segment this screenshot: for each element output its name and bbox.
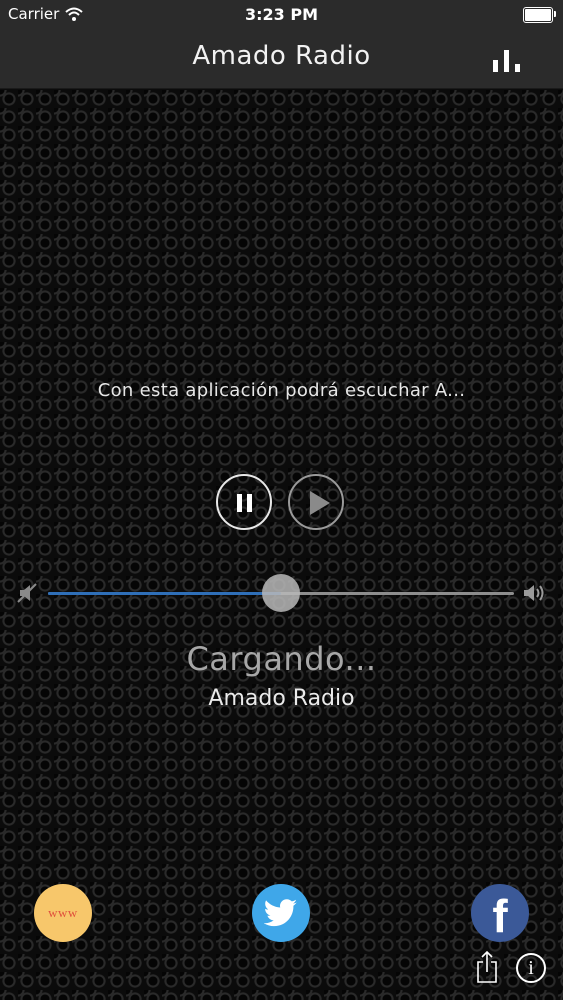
equalizer-icon[interactable] bbox=[493, 48, 523, 72]
station-name: Amado Radio bbox=[208, 686, 355, 711]
info-icon[interactable]: i bbox=[516, 953, 546, 983]
www-label: www bbox=[48, 905, 78, 920]
share-icon[interactable] bbox=[476, 950, 498, 984]
facebook-button[interactable]: f bbox=[471, 884, 529, 942]
play-button[interactable] bbox=[288, 474, 344, 530]
volume-slider-thumb[interactable] bbox=[262, 574, 300, 612]
twitter-button[interactable] bbox=[252, 884, 310, 942]
mute-icon[interactable] bbox=[16, 582, 38, 604]
pause-button[interactable] bbox=[216, 474, 272, 530]
status-bar: Carrier 3:23 PM bbox=[0, 0, 563, 28]
twitter-icon bbox=[264, 899, 297, 927]
loading-status: Cargando... bbox=[186, 640, 377, 678]
navigation-bar: Amado Radio bbox=[0, 28, 563, 89]
app-title: Amado Radio bbox=[192, 41, 371, 71]
volume-icon[interactable] bbox=[522, 582, 548, 604]
volume-slider-fill bbox=[48, 592, 281, 595]
website-button[interactable]: www bbox=[34, 884, 92, 942]
battery-icon bbox=[523, 7, 556, 23]
play-icon bbox=[310, 491, 330, 515]
station-description: Con esta aplicación podrá escuchar A... bbox=[97, 380, 466, 401]
facebook-icon: f bbox=[492, 890, 508, 942]
clock: 3:23 PM bbox=[244, 5, 318, 24]
